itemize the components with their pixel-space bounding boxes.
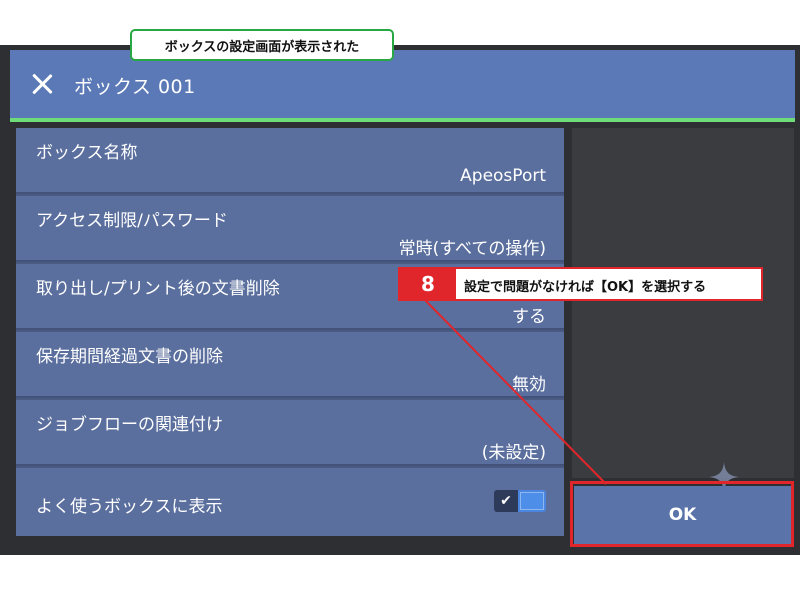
favorites-toggle[interactable]: ✔ (494, 490, 546, 512)
top-annotation-note: ボックスの設定画面が表示された (130, 29, 394, 61)
setting-value: 無効 (512, 375, 546, 395)
setting-row-access-restriction[interactable]: アクセス制限/パスワード 常時(すべての操作) (16, 196, 564, 262)
step-number-badge: 8 (400, 269, 456, 299)
setting-row-job-flow-link[interactable]: ジョブフローの関連付け (未設定) (16, 400, 564, 466)
setting-value: (未設定) (481, 443, 546, 463)
setting-row-delete-expired-docs[interactable]: 保存期間経過文書の削除 無効 (16, 332, 564, 398)
step-instruction-text: 設定で問題がなければ【OK】を選択する (464, 280, 707, 295)
title-bar-accent-line (10, 118, 795, 122)
toggle-on-indicator (520, 492, 544, 510)
setting-label: ジョブフローの関連付け (36, 415, 223, 435)
setting-value: ApeosPort (460, 166, 546, 186)
settings-list: ボックス名称 ApeosPort アクセス制限/パスワード 常時(すべての操作)… (16, 128, 564, 536)
setting-row-show-in-favorites[interactable]: よく使うボックスに表示 ✔ (16, 468, 564, 536)
setting-label: 取り出し/プリント後の文書削除 (36, 279, 280, 299)
setting-label: ボックス名称 (36, 143, 138, 163)
setting-value: する (512, 307, 546, 327)
close-icon[interactable] (30, 72, 54, 96)
step-8-callout: 8 設定で問題がなければ【OK】を選択する (398, 267, 763, 301)
right-side-panel (572, 128, 794, 478)
setting-value: 常時(すべての操作) (398, 239, 546, 259)
check-icon: ✔ (494, 490, 518, 512)
setting-label: アクセス制限/パスワード (36, 211, 228, 231)
ok-button-highlight-frame (570, 481, 794, 547)
setting-label: よく使うボックスに表示 (36, 497, 223, 517)
setting-row-box-name[interactable]: ボックス名称 ApeosPort (16, 128, 564, 194)
setting-label: 保存期間経過文書の削除 (36, 347, 223, 367)
page-title: ボックス 001 (74, 76, 196, 98)
